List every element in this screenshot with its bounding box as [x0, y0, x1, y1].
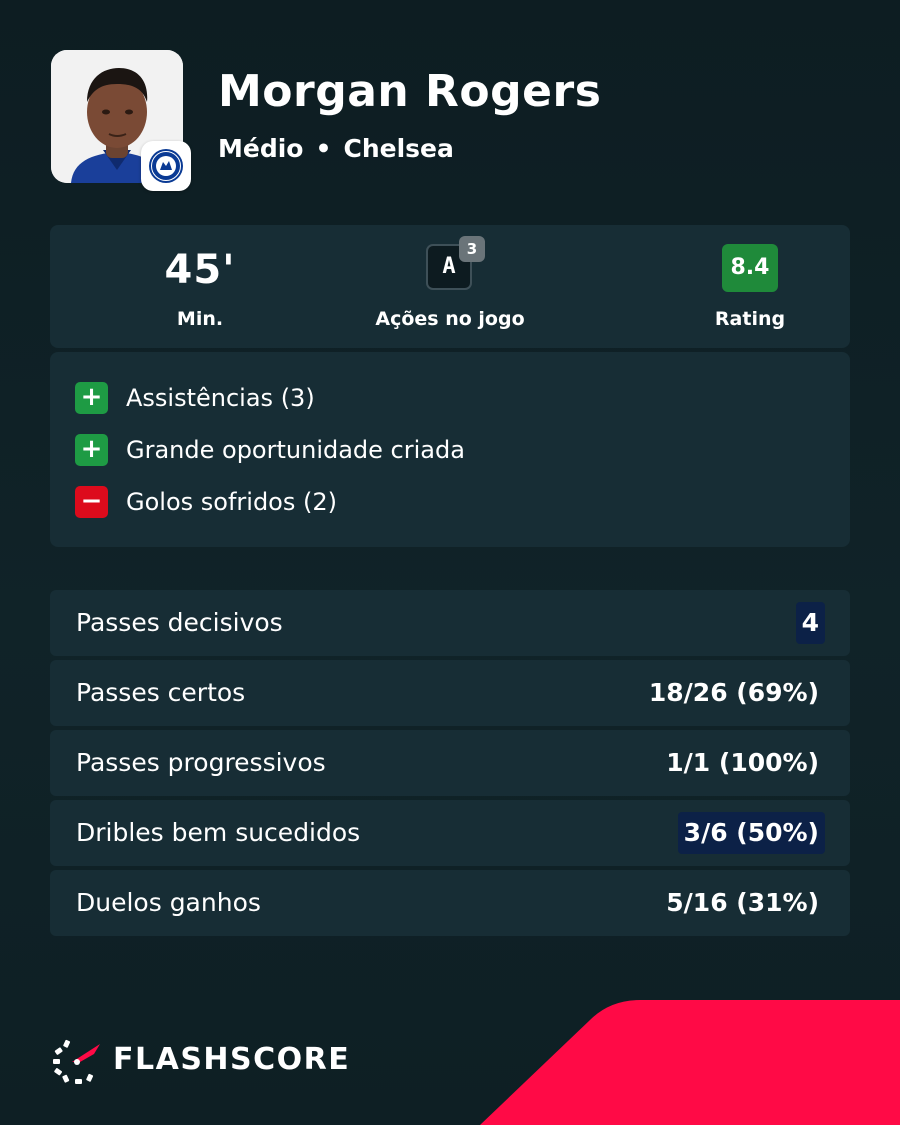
chelsea-crest-icon [149, 149, 183, 183]
stat-row: Dribles bem sucedidos 3/6 (50%) [50, 800, 850, 866]
actions-count-badge: 3 [459, 236, 485, 262]
player-position: Médio [218, 134, 304, 163]
separator-dot: • [315, 134, 332, 163]
event-text: Golos sofridos (2) [126, 488, 337, 516]
player-club: Chelsea [343, 134, 454, 163]
stat-value: 1/1 (100%) [666, 748, 819, 777]
rating-stat: 8.4 Rating [650, 225, 850, 348]
stat-label: Passes certos [76, 678, 246, 707]
event-text: Assistências (3) [126, 384, 315, 412]
minutes-value: 45' [164, 247, 236, 293]
minus-icon: − [75, 486, 108, 518]
stat-label: Dribles bem sucedidos [76, 818, 361, 847]
stat-value: 18/26 (69%) [648, 678, 819, 707]
player-name: Morgan Rogers [218, 66, 602, 117]
stat-row: Duelos ganhos 5/16 (31%) [50, 870, 850, 936]
brand-wordmark: FLASHSCORE [113, 1042, 351, 1077]
stat-value: 3/6 (50%) [677, 812, 825, 854]
club-badge [141, 141, 191, 191]
minutes-label: Min. [176, 308, 224, 330]
minutes-stat: 45' Min. [100, 225, 300, 348]
stat-label: Passes decisivos [76, 608, 283, 637]
stat-row: Passes certos 18/26 (69%) [50, 660, 850, 726]
rating-badge: 8.4 [722, 244, 778, 292]
actions-label: Ações no jogo [375, 308, 525, 330]
event-text: Grande oportunidade criada [126, 436, 465, 464]
stat-row: Passes progressivos 1/1 (100%) [50, 730, 850, 796]
events-list: + Assistências (3) + Grande oportunidade… [50, 352, 850, 547]
stat-value: 5/16 (31%) [666, 888, 819, 917]
flashscore-mark-icon [53, 1039, 100, 1084]
plus-icon: + [75, 382, 108, 414]
stat-value: 4 [795, 602, 825, 644]
player-subtitle: Médio • Chelsea [218, 134, 454, 163]
stat-label: Passes progressivos [76, 748, 326, 777]
match-summary: 45' Min. A 3 Ações no jogo 8.4 Rating [50, 225, 850, 348]
stat-label: Duelos ganhos [76, 888, 261, 917]
plus-icon: + [75, 434, 108, 466]
brand-accent-shape [480, 1000, 900, 1125]
actions-stat[interactable]: A 3 Ações no jogo [350, 225, 550, 348]
rating-label: Rating [714, 308, 786, 330]
stat-row: Passes decisivos 4 [50, 590, 850, 656]
